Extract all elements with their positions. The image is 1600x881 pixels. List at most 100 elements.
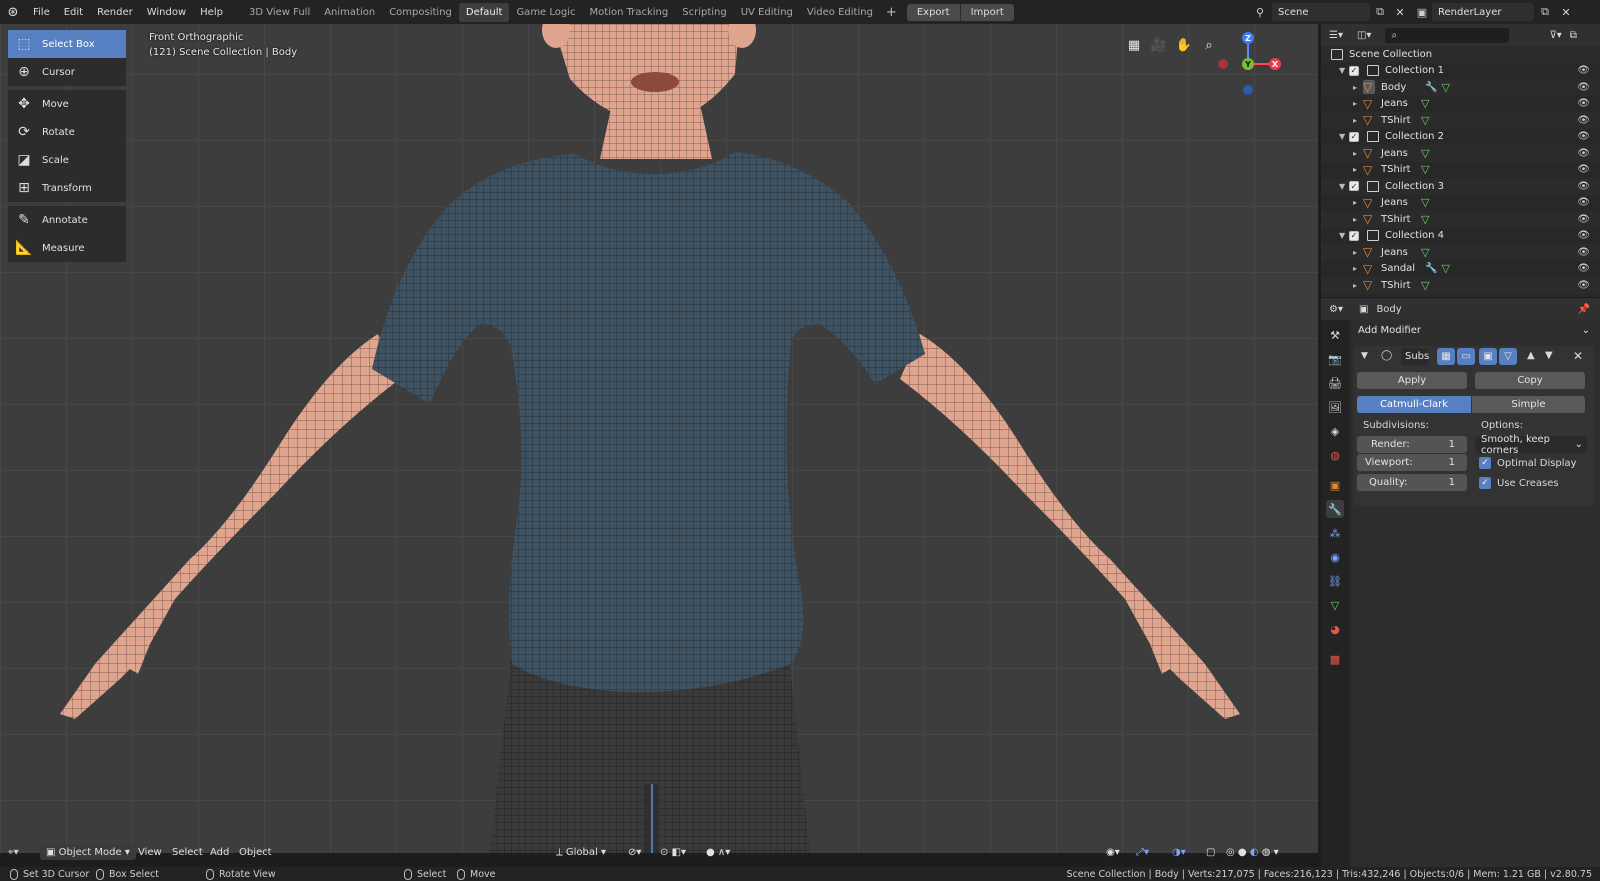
expand-arrow-icon[interactable]: ▸	[1353, 248, 1363, 257]
expand-arrow-icon[interactable]: ▸	[1353, 99, 1363, 108]
view-layer-tab-icon[interactable]: 🖼	[1326, 398, 1344, 416]
render-layer-selector[interactable]: RenderLayer	[1432, 3, 1534, 21]
particles-tab-icon[interactable]: ⁂	[1326, 524, 1344, 542]
expand-triangle-icon[interactable]: ▼	[1339, 132, 1349, 141]
expand-arrow-icon[interactable]: ▸	[1353, 264, 1363, 273]
cage-toggle-icon[interactable]: ▽	[1499, 348, 1517, 365]
visibility-icon[interactable]: ◉▾	[1106, 847, 1120, 858]
visibility-eye-icon[interactable]: 👁	[1577, 280, 1590, 291]
mesh-data-icon[interactable]: ▽	[1421, 114, 1429, 127]
render-levels-field[interactable]: Render: 1	[1357, 436, 1467, 453]
add-modifier-dropdown[interactable]: Add Modifier ⌄	[1354, 322, 1594, 339]
expand-arrow-icon[interactable]: ▸	[1353, 149, 1363, 158]
tool-scale[interactable]: ◪ Scale	[8, 146, 126, 174]
visibility-eye-icon[interactable]: 👁	[1577, 164, 1590, 175]
collection-checkbox[interactable]: ✓	[1349, 181, 1359, 192]
collection-checkbox[interactable]: ✓	[1349, 131, 1359, 142]
tool-cursor[interactable]: ⊕ Cursor	[8, 58, 126, 86]
tool-measure[interactable]: 📐 Measure	[8, 234, 126, 262]
mesh-data-icon[interactable]: ▽	[1441, 81, 1449, 94]
visibility-eye-icon[interactable]: 👁	[1577, 247, 1590, 258]
render-toggle-icon[interactable]: ▣	[1479, 348, 1497, 365]
render-tab-icon[interactable]: 📷	[1326, 350, 1344, 368]
workspace-tab[interactable]: Compositing	[382, 3, 459, 22]
orientation-selector[interactable]: ⟂ Global ▾	[556, 847, 606, 858]
visibility-eye-icon[interactable]: 👁	[1577, 214, 1590, 225]
menu-render[interactable]: Render	[90, 7, 140, 18]
workspace-tab[interactable]: Game Logic	[509, 3, 582, 22]
outliner-collection-row[interactable]: ▼ ✓ Collection 1 👁	[1321, 63, 1600, 80]
visibility-eye-icon[interactable]: 👁	[1577, 181, 1590, 192]
new-scene-icon[interactable]: ⧉	[1370, 3, 1390, 21]
camera-view-icon[interactable]: 🎥	[1148, 34, 1170, 56]
visibility-eye-icon[interactable]: 👁	[1577, 263, 1590, 274]
workspace-tab[interactable]: Video Editing	[800, 3, 880, 22]
visibility-eye-icon[interactable]: 👁	[1577, 65, 1590, 76]
new-layer-icon[interactable]: ⧉	[1535, 3, 1555, 21]
tool-move[interactable]: ✥ Move	[8, 90, 126, 118]
move-down-icon[interactable]: ▼	[1545, 350, 1553, 361]
collection-checkbox[interactable]: ✓	[1349, 65, 1359, 76]
view-menu[interactable]: View	[138, 847, 162, 858]
texture-tab-icon[interactable]: ▩	[1326, 650, 1344, 668]
material-tab-icon[interactable]: ◕	[1326, 620, 1344, 638]
simple-button[interactable]: Simple	[1472, 396, 1585, 413]
menu-window[interactable]: Window	[140, 7, 193, 18]
mesh-data-icon[interactable]: ▽	[1421, 196, 1429, 209]
new-collection-icon[interactable]: ⧉	[1570, 30, 1577, 41]
viewport-toggle-icon[interactable]: ▭	[1457, 348, 1475, 365]
output-tab-icon[interactable]: 🖨	[1326, 374, 1344, 392]
outliner-object-row[interactable]: ▸ ▽ TShirt ▽ 👁	[1321, 162, 1600, 179]
expand-arrow-icon[interactable]: ▸	[1353, 116, 1363, 125]
filter-icon[interactable]: ⊽▾	[1549, 30, 1561, 41]
workspace-tab[interactable]: Motion Tracking	[583, 3, 676, 22]
tool-transform[interactable]: ⊞ Transform	[8, 174, 126, 202]
expand-arrow-icon[interactable]: ▸	[1353, 165, 1363, 174]
workspace-tab[interactable]: UV Editing	[734, 3, 800, 22]
navigation-gizmo[interactable]: Z Y X	[1215, 28, 1290, 108]
gizmo-neg-z[interactable]	[1243, 85, 1253, 95]
tool-tab-icon[interactable]: ⚒	[1326, 326, 1344, 344]
blender-logo-icon[interactable]: ⊛	[0, 0, 26, 24]
3d-viewport[interactable]: ⬚ Select Box ⊕ Cursor ✥ Move ⟳ Rotate ◪ Scale ⊞ Tra…	[0, 24, 1318, 853]
mesh-data-icon[interactable]: ▽	[1421, 213, 1429, 226]
grid-view-icon[interactable]: ▦	[1123, 34, 1145, 56]
mesh-data-icon[interactable]: ▽	[1441, 262, 1449, 275]
collapse-triangle-icon[interactable]: ▼	[1361, 351, 1368, 361]
scene-tab-icon[interactable]: ◈	[1326, 422, 1344, 440]
pivot-icon[interactable]: ⊘▾	[628, 847, 641, 858]
collection-checkbox[interactable]: ✓	[1349, 230, 1359, 241]
outliner-object-row[interactable]: ▸ ▽ TShirt ▽ 👁	[1321, 112, 1600, 129]
properties-type-icon[interactable]: ⚙▾	[1329, 304, 1343, 315]
mesh-data-icon[interactable]: ▽	[1421, 147, 1429, 160]
visibility-eye-icon[interactable]: 👁	[1577, 148, 1590, 159]
outliner-collection-row[interactable]: ▼ ✓ Collection 4 👁	[1321, 228, 1600, 245]
outliner-search[interactable]: ⌕	[1385, 27, 1510, 43]
quality-field[interactable]: Quality: 1	[1357, 474, 1467, 491]
snap-icon[interactable]: ⊙ ◧▾	[660, 847, 686, 858]
physics-tab-icon[interactable]: ◉	[1326, 548, 1344, 566]
visibility-eye-icon[interactable]: 👁	[1577, 197, 1590, 208]
visibility-eye-icon[interactable]: 👁	[1577, 131, 1590, 142]
overlay-toggle-icon[interactable]: ◑▾	[1172, 847, 1186, 858]
import-button[interactable]: Import	[960, 3, 1014, 21]
scene-selector[interactable]: Scene	[1272, 3, 1370, 21]
outliner-object-row[interactable]: ▸ ▽ Sandal 🔧 ▽ 👁	[1321, 261, 1600, 278]
workspace-tab[interactable]: Scripting	[675, 3, 733, 22]
mesh-data-icon[interactable]: ▽	[1421, 97, 1429, 110]
display-mode-icon[interactable]: ◫▾	[1357, 30, 1371, 41]
outliner-object-row[interactable]: ▸ ▽ Jeans ▽ 👁	[1321, 145, 1600, 162]
optimal-display-checkbox[interactable]: ✓ Optimal Display	[1479, 457, 1577, 469]
workspace-tab[interactable]: Animation	[317, 3, 382, 22]
copy-button[interactable]: Copy	[1475, 372, 1585, 389]
render-layer-icon[interactable]: ▣	[1412, 3, 1432, 21]
outliner-object-row[interactable]: ▸ ▽ Jeans ▽ 👁	[1321, 195, 1600, 212]
object-menu[interactable]: Object	[239, 847, 272, 858]
expand-triangle-icon[interactable]: ▼	[1339, 231, 1349, 240]
constraints-tab-icon[interactable]: ⛓	[1326, 572, 1344, 590]
object-tab-icon[interactable]: ▣	[1326, 476, 1344, 494]
use-creases-checkbox[interactable]: ✓ Use Creases	[1479, 477, 1559, 489]
outliner-object-row[interactable]: ▸ ▽ Jeans ▽ 👁	[1321, 244, 1600, 261]
scene-collection-row[interactable]: Scene Collection	[1321, 46, 1600, 63]
viewport-levels-field[interactable]: Viewport: 1	[1357, 454, 1467, 471]
